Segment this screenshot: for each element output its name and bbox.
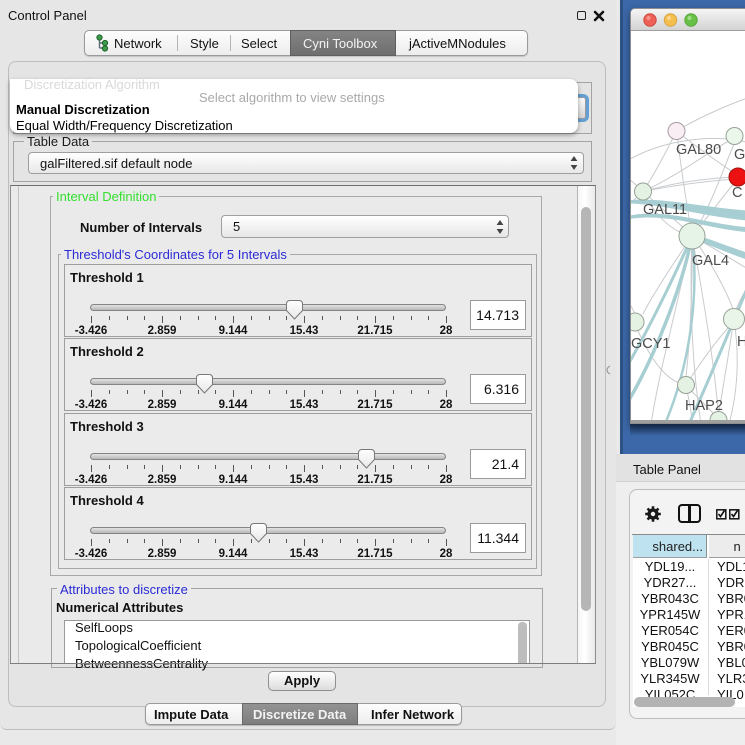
- svg-text:C: C: [732, 185, 742, 201]
- svg-text:H: H: [737, 334, 745, 350]
- svg-text:GA: GA: [734, 147, 745, 163]
- svg-text:GAL4: GAL4: [692, 253, 729, 269]
- svg-text:GAL80: GAL80: [676, 142, 721, 158]
- svg-text:GCY1: GCY1: [631, 336, 671, 352]
- svg-text:GAL11: GAL11: [643, 202, 687, 218]
- svg-text:HAP2: HAP2: [685, 398, 723, 414]
